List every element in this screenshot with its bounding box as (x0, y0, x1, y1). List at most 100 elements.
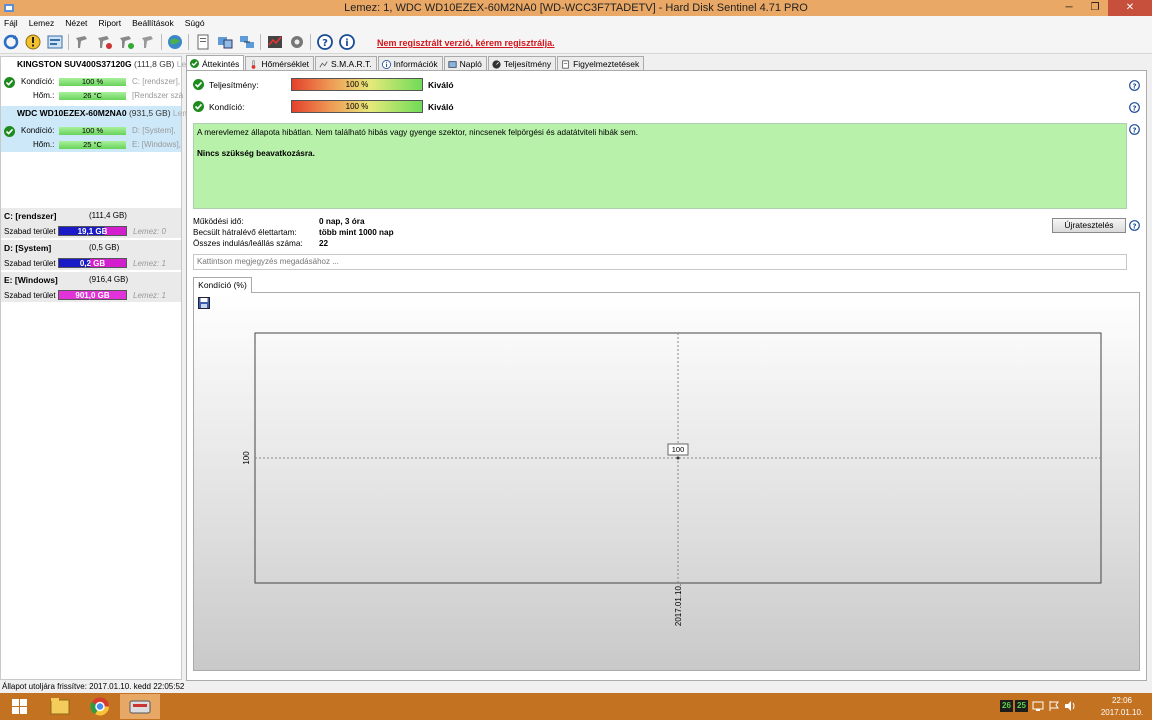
toolbar-separator (68, 34, 69, 50)
refresh-icon[interactable] (2, 33, 20, 51)
disk-name: KINGSTON SUV400S37120G (17, 59, 132, 69)
svg-text:?: ? (322, 38, 328, 49)
startstop-value: 22 (319, 239, 329, 248)
volume-e[interactable]: E: [Windows] (916,4 GB) Szabad terület 9… (1, 272, 181, 303)
menu-nezet[interactable]: Nézet (65, 18, 87, 28)
free-space-label: Szabad terület (4, 259, 56, 268)
help-icon[interactable]: ? (1129, 102, 1140, 113)
x-tick-label: 2017.01.10. (674, 584, 683, 626)
tab-label: Áttekintés (202, 58, 240, 69)
partition-label: C: [rendszer], (132, 77, 181, 86)
menu-sugo[interactable]: Súgó (185, 18, 205, 28)
help-icon[interactable]: ? (1129, 124, 1140, 135)
clock-date[interactable]: 2017.01.10. (1092, 708, 1152, 717)
ok-check-icon (193, 79, 204, 90)
toolbar-separator (188, 34, 189, 50)
network-tray-icon[interactable] (1032, 700, 1044, 712)
volume-d[interactable]: D: [System] (0,5 GB) Szabad terület 0,2 … (1, 240, 181, 271)
startstop-label: Összes indulás/leállás száma: (193, 239, 303, 248)
document-icon[interactable] (194, 33, 212, 51)
clock-time[interactable]: 22:06 (1092, 696, 1152, 705)
thermometer-icon (251, 59, 256, 69)
repair-tool-2-icon[interactable] (95, 33, 113, 51)
tab-label: Napló (459, 59, 482, 69)
svg-text:?: ? (1132, 82, 1136, 90)
y-tick-label: 100 (242, 451, 251, 465)
menu-bar: Fájl Lemez Nézet Riport Beállítások Súgó (0, 16, 1152, 30)
menu-riport[interactable]: Riport (98, 18, 121, 28)
volume-tray-icon[interactable] (1064, 700, 1076, 712)
kondicio-label: Kondíció: (21, 77, 55, 86)
condition-label: Kondíció: (209, 102, 245, 112)
retest-button[interactable]: Újratesztelés (1052, 218, 1126, 233)
ok-check-icon (4, 126, 15, 137)
menu-lemez[interactable]: Lemez (29, 18, 55, 28)
tab-teljesitmeny[interactable]: Teljesítmény (487, 56, 557, 71)
minimize-button[interactable]: ─ (1056, 0, 1082, 16)
toolbar-separator (161, 34, 162, 50)
tray-temp-2[interactable]: 25 (1015, 700, 1028, 712)
disk-name: WDC WD10EZEX-60M2NA0 (17, 108, 127, 118)
status-bar: Állapot utoljára frissítve: 2017.01.10. … (0, 681, 1152, 693)
menu-fajl[interactable]: Fájl (4, 18, 18, 28)
note-input[interactable]: Kattintson megjegyzés megadásához ... (193, 254, 1127, 270)
help-icon[interactable]: ? (1129, 80, 1140, 91)
tab-label: Figyelmeztetések (573, 59, 640, 69)
tab-informaciok[interactable]: Információk (377, 56, 443, 71)
disk-item-kingston[interactable]: KINGSTON SUV400S37120G (111,8 GB) Lem Ko… (1, 57, 193, 103)
tab-naplo[interactable]: Napló (443, 56, 487, 71)
chart-icon[interactable] (266, 33, 284, 51)
tray-temp-1[interactable]: 26 (1000, 700, 1013, 712)
performance-label: Teljesítmény: (209, 80, 259, 90)
hard-disk-sentinel-task-icon[interactable] (120, 694, 160, 719)
tab-smart[interactable]: S.M.A.R.T. (315, 56, 377, 71)
tab-attekintes[interactable]: Áttekintés (186, 55, 245, 71)
tab-bar: Áttekintés Hőmérséklet S.M.A.R.T. Inform… (186, 55, 645, 71)
transfer-icon[interactable] (216, 33, 234, 51)
disk-size: (931,5 GB) (128, 108, 171, 118)
globe-icon[interactable] (166, 33, 184, 51)
free-space-label: Szabad terület (4, 227, 56, 236)
free-space-label: Szabad terület (4, 291, 56, 300)
homerseklet-label: Hőm.: (33, 140, 55, 149)
tab-figyelmeztetesek[interactable]: Figyelmeztetések (557, 56, 645, 71)
alert-icon[interactable] (24, 33, 42, 51)
toolbar: ? i Nem regisztrált verzió, kérem regisz… (0, 30, 1152, 54)
volume-disk: Lemez: 0 (133, 227, 166, 236)
condition-rating: Kiváló (428, 102, 454, 112)
toolbar-separator (260, 34, 261, 50)
disk-list-panel: KINGSTON SUV400S37120G (111,8 GB) Lem Ko… (0, 56, 193, 680)
start-windows-icon[interactable] (0, 694, 40, 719)
report-icon[interactable] (46, 33, 64, 51)
volume-c[interactable]: C: [rendszer] (111,4 GB) Szabad terület … (1, 208, 181, 239)
file-explorer-icon[interactable] (40, 694, 80, 719)
chrome-icon[interactable] (80, 694, 120, 719)
disk-item-wdc[interactable]: WDC WD10EZEX-60M2NA0 (931,5 GB) Lem Kond… (1, 106, 189, 152)
menu-beallitasok[interactable]: Beállítások (132, 18, 174, 28)
settings-icon[interactable] (288, 33, 306, 51)
repair-tool-3-icon[interactable] (117, 33, 135, 51)
system-tray: 26 25 22:06 2017.01.10. (992, 693, 1152, 720)
close-button[interactable]: ✕ (1108, 0, 1152, 16)
maximize-button[interactable]: ❐ (1082, 0, 1108, 16)
tab-label: Információk (393, 59, 438, 69)
svg-text:i: i (345, 38, 348, 49)
svg-text:?: ? (1132, 222, 1136, 230)
help-icon[interactable]: ? (1129, 220, 1140, 231)
repair-tool-icon[interactable] (73, 33, 91, 51)
volume-name: D: [System] (4, 243, 52, 253)
tab-chart-kondicio[interactable]: Kondíció (%) (193, 277, 252, 293)
volume-size: (0,5 GB) (89, 243, 120, 252)
help-icon[interactable]: ? (316, 33, 334, 51)
repair-tool-4-icon[interactable] (139, 33, 157, 51)
flag-tray-icon[interactable] (1048, 700, 1060, 712)
data-point (676, 456, 680, 460)
tab-homerseklet[interactable]: Hőmérséklet (245, 56, 315, 71)
network-icon[interactable] (238, 33, 256, 51)
register-link[interactable]: Nem regisztrált verzió, kérem regisztrál… (377, 38, 555, 48)
chart-pane: 100 2017.01.10. 100 (193, 292, 1140, 671)
info-icon[interactable]: i (338, 33, 356, 51)
homerseklet-label: Hőm.: (33, 91, 55, 100)
kondicio-bar: 100 % (59, 78, 126, 86)
disk-header: WDC WD10EZEX-60M2NA0 (931,5 GB) Lem (17, 108, 189, 118)
